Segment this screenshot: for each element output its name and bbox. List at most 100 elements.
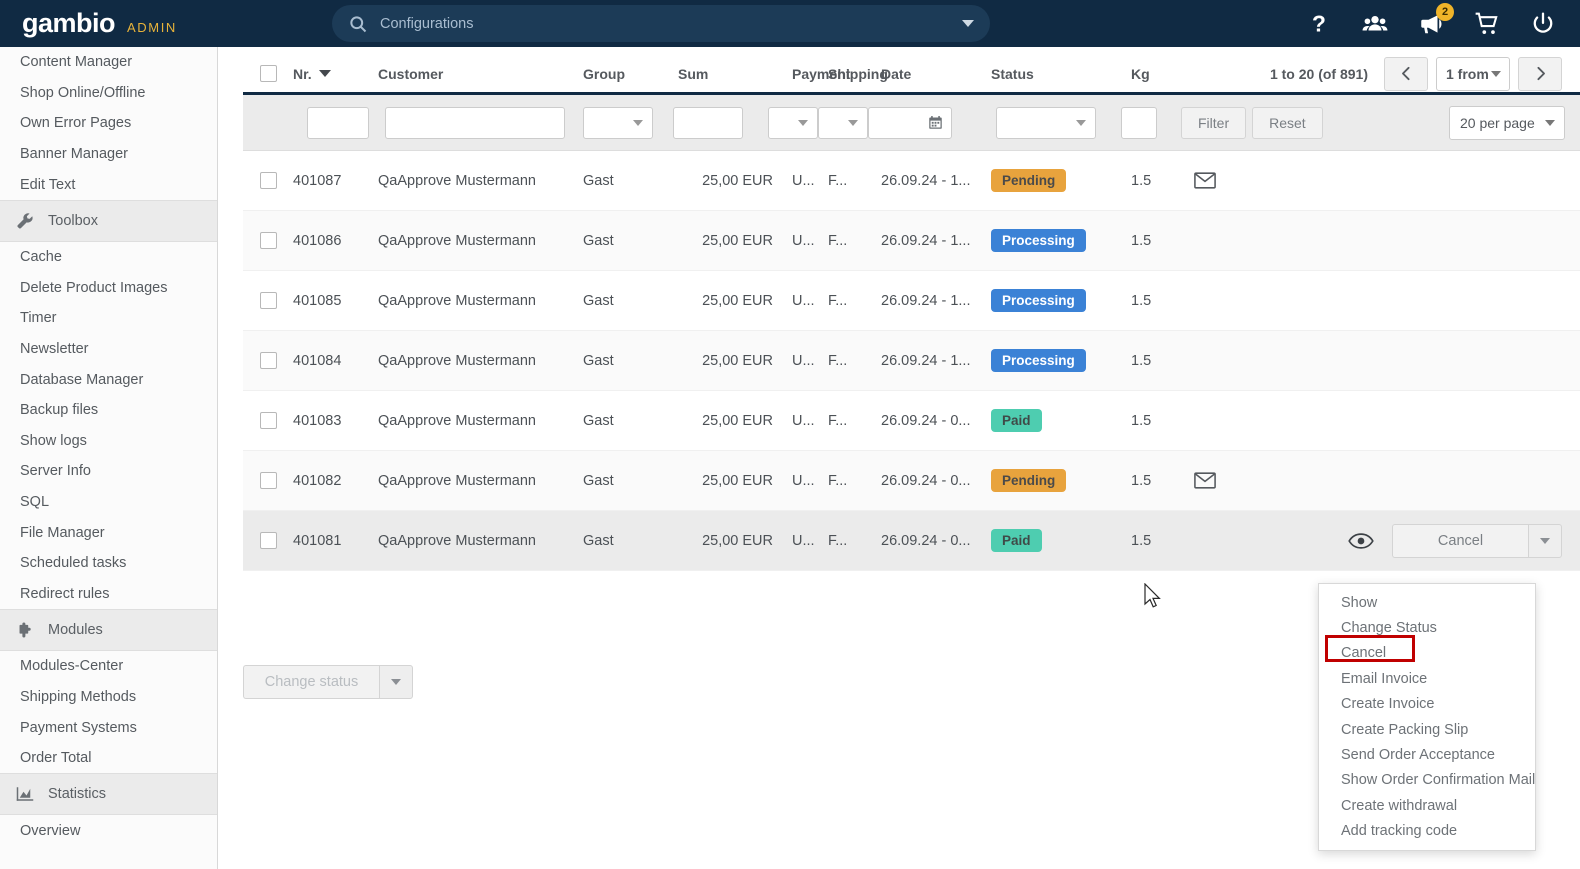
table-row[interactable]: 401085 QaApprove Mustermann Gast 25,00 EUR U… (243, 271, 1580, 331)
sidebar-item-redirect-rules[interactable]: Redirect rules (0, 578, 217, 610)
change-status-button[interactable]: Change status (243, 665, 379, 699)
mail-icon[interactable] (1194, 472, 1216, 489)
header-sum[interactable]: Sum (678, 66, 773, 82)
header-shipping[interactable]: Shipping (828, 66, 888, 82)
filter-sum-input[interactable] (673, 106, 743, 139)
change-status-dropdown-toggle[interactable] (379, 665, 413, 699)
header-payment[interactable]: Payment (773, 66, 850, 82)
pagination-page-select[interactable]: 1 from (1436, 56, 1510, 91)
cell-kg: 1.5 (1131, 472, 1152, 489)
global-search[interactable]: Configurations (332, 5, 990, 42)
eye-icon[interactable] (1348, 532, 1374, 550)
chart-icon (16, 785, 34, 803)
header-status[interactable]: Status (991, 66, 1131, 82)
cell-kg: 1.5 (1131, 412, 1152, 429)
table-row[interactable]: 401081 QaApprove Mustermann Gast 25,00 EUR U… (243, 511, 1580, 571)
filter-nr-input[interactable] (307, 106, 369, 139)
select-all-cell (243, 65, 293, 82)
filter-button[interactable]: Filter (1181, 106, 1247, 139)
brand-logo[interactable]: gambio ADMIN (0, 8, 310, 39)
dropdown-item-create-invoice[interactable]: Create Invoice (1319, 692, 1535, 717)
dropdown-item-create-packing-slip[interactable]: Create Packing Slip (1319, 717, 1535, 742)
header-group[interactable]: Group (583, 66, 678, 82)
sidebar-item-shipping-methods[interactable]: Shipping Methods (0, 681, 217, 713)
sidebar-item-order-total[interactable]: Order Total (0, 742, 217, 774)
sidebar-section-statistics[interactable]: Statistics (0, 773, 217, 816)
sidebar-item-sql[interactable]: SQL (0, 486, 217, 518)
change-status-split-button[interactable]: Change status (243, 665, 413, 699)
announcements-icon[interactable]: 2 (1418, 2, 1454, 37)
sidebar-item-own-error-pages[interactable]: Own Error Pages (0, 108, 217, 139)
filter-payment-select[interactable] (768, 106, 818, 139)
cell-actions (1176, 472, 1580, 489)
row-actions-dropdown-toggle[interactable] (1528, 523, 1562, 558)
sidebar-item-file-manager[interactable]: File Manager (0, 517, 217, 548)
mail-icon[interactable] (1194, 172, 1216, 189)
sidebar-item-edit-text[interactable]: Edit Text (0, 169, 217, 200)
dropdown-item-email-invoice[interactable]: Email Invoice (1319, 666, 1535, 691)
cancel-button[interactable]: Cancel (1392, 523, 1528, 558)
cart-icon[interactable] (1474, 11, 1500, 37)
filter-kg-input[interactable] (1121, 106, 1157, 139)
dropdown-item-send-order-acceptance[interactable]: Send Order Acceptance (1319, 742, 1535, 767)
sidebar-item-payment-systems[interactable]: Payment Systems (0, 712, 217, 743)
pagination-next-button[interactable] (1518, 56, 1562, 91)
help-icon[interactable]: ? (1306, 10, 1332, 37)
sidebar-item-overview[interactable]: Overview (0, 815, 217, 847)
table-row[interactable]: 401084 QaApprove Mustermann Gast 25,00 EUR U… (243, 331, 1580, 391)
sidebar-item-timer[interactable]: Timer (0, 303, 217, 334)
sidebar-item-shop-online-offline[interactable]: Shop Online/Offline (0, 77, 217, 109)
sidebar-item-content-manager[interactable]: Content Manager (0, 47, 217, 78)
filter-status-select[interactable] (996, 106, 1096, 139)
row-checkbox[interactable] (259, 352, 277, 369)
filter-date-input[interactable] (868, 106, 952, 139)
row-checkbox[interactable] (259, 472, 277, 489)
row-action-split-button[interactable]: Cancel (1392, 523, 1562, 558)
filter-group-select[interactable] (583, 106, 653, 139)
sidebar-section-modules[interactable]: Modules (0, 609, 217, 652)
per-page-select[interactable]: 20 per page (1449, 105, 1565, 140)
sidebar-item-show-logs[interactable]: Show logs (0, 425, 217, 457)
row-checkbox[interactable] (259, 172, 277, 189)
filter-shipping-select[interactable] (818, 106, 868, 139)
table-row[interactable]: 401083 QaApprove Mustermann Gast 25,00 EUR U… (243, 391, 1580, 451)
dropdown-item-add-tracking-code[interactable]: Add tracking code (1319, 819, 1535, 844)
sidebar-item-server-info[interactable]: Server Info (0, 456, 217, 487)
cell-group: Gast (583, 472, 614, 489)
chevron-down-icon[interactable] (962, 20, 974, 27)
filter-customer-input[interactable] (385, 106, 565, 139)
header-customer[interactable]: Customer (378, 66, 583, 82)
sidebar-item-newsletter[interactable]: Newsletter (0, 333, 217, 365)
dropdown-item-show-order-confirmation-mail[interactable]: Show Order Confirmation Mail (1319, 768, 1535, 793)
customers-icon[interactable] (1362, 11, 1388, 37)
row-checkbox[interactable] (259, 292, 277, 309)
sidebar-item-scheduled-tasks[interactable]: Scheduled tasks (0, 547, 217, 579)
dropdown-item-create-withdrawal[interactable]: Create withdrawal (1319, 793, 1535, 818)
search-input[interactable]: Configurations (380, 16, 962, 32)
table-row[interactable]: 401086 QaApprove Mustermann Gast 25,00 EUR U… (243, 211, 1580, 271)
row-checkbox[interactable] (259, 532, 277, 549)
header-date[interactable]: Date (881, 66, 991, 82)
table-row[interactable]: 401082 QaApprove Mustermann Gast 25,00 EUR U… (243, 451, 1580, 511)
row-checkbox[interactable] (259, 412, 277, 429)
table-row[interactable]: 401087 QaApprove Mustermann Gast 25,00 EUR U… (243, 151, 1580, 211)
header-nr[interactable]: Nr. (293, 66, 378, 82)
pagination-prev-button[interactable] (1384, 56, 1428, 91)
sidebar-section-toolbox[interactable]: Toolbox (0, 199, 217, 242)
select-all-checkbox[interactable] (259, 65, 277, 82)
table-header-row: Nr. Customer Group Sum Payment Shipping … (243, 47, 1580, 95)
sidebar-item-backup-files[interactable]: Backup files (0, 394, 217, 426)
dropdown-item-show[interactable]: Show (1319, 590, 1535, 615)
sidebar-item-database-manager[interactable]: Database Manager (0, 364, 217, 395)
sidebar-item-cache[interactable]: Cache (0, 241, 217, 273)
reset-button[interactable]: Reset (1252, 106, 1323, 139)
dropdown-item-change-status[interactable]: Change Status (1319, 615, 1535, 640)
power-icon[interactable] (1530, 11, 1556, 37)
header-kg[interactable]: Kg (1131, 66, 1176, 82)
dropdown-item-cancel[interactable]: Cancel (1319, 641, 1535, 666)
sidebar-item-banner-manager[interactable]: Banner Manager (0, 138, 217, 170)
sidebar-item-modules-center[interactable]: Modules-Center (0, 651, 217, 682)
sidebar-item-delete-product-images[interactable]: Delete Product Images (0, 272, 217, 304)
sort-descending-icon[interactable] (318, 69, 331, 77)
row-checkbox[interactable] (259, 232, 277, 249)
